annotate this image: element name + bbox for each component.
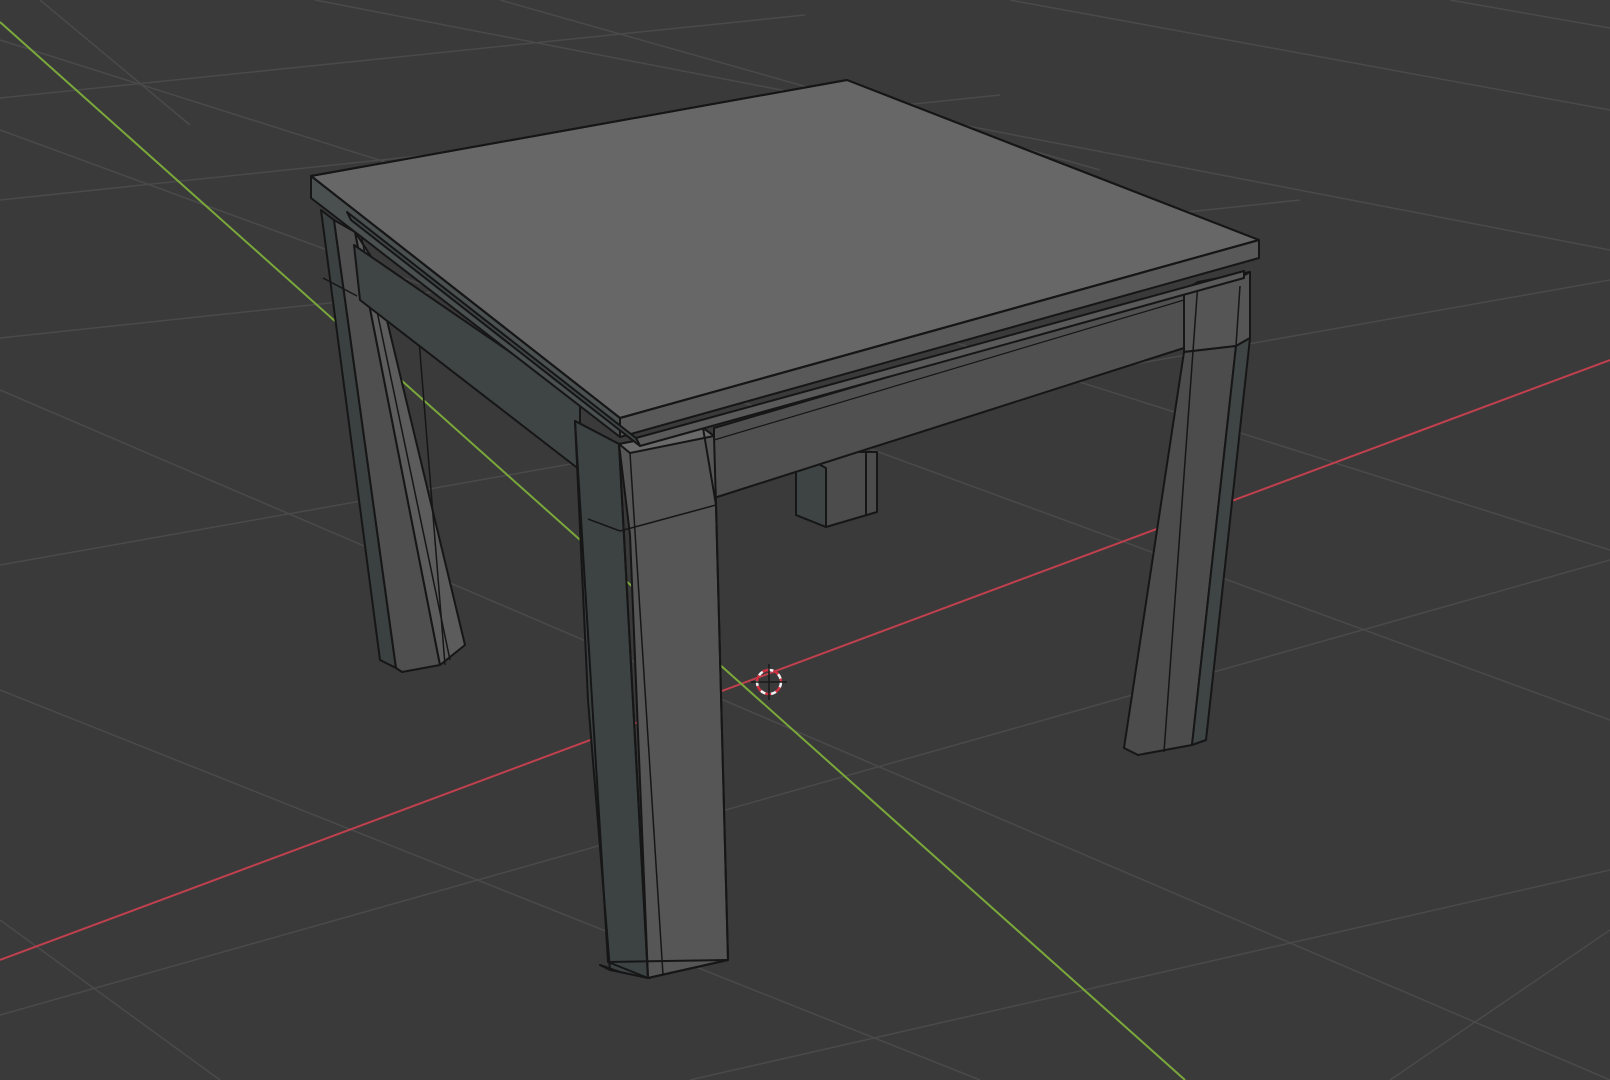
viewport-canvas[interactable] bbox=[0, 0, 1610, 1080]
3d-viewport[interactable] bbox=[0, 0, 1610, 1080]
